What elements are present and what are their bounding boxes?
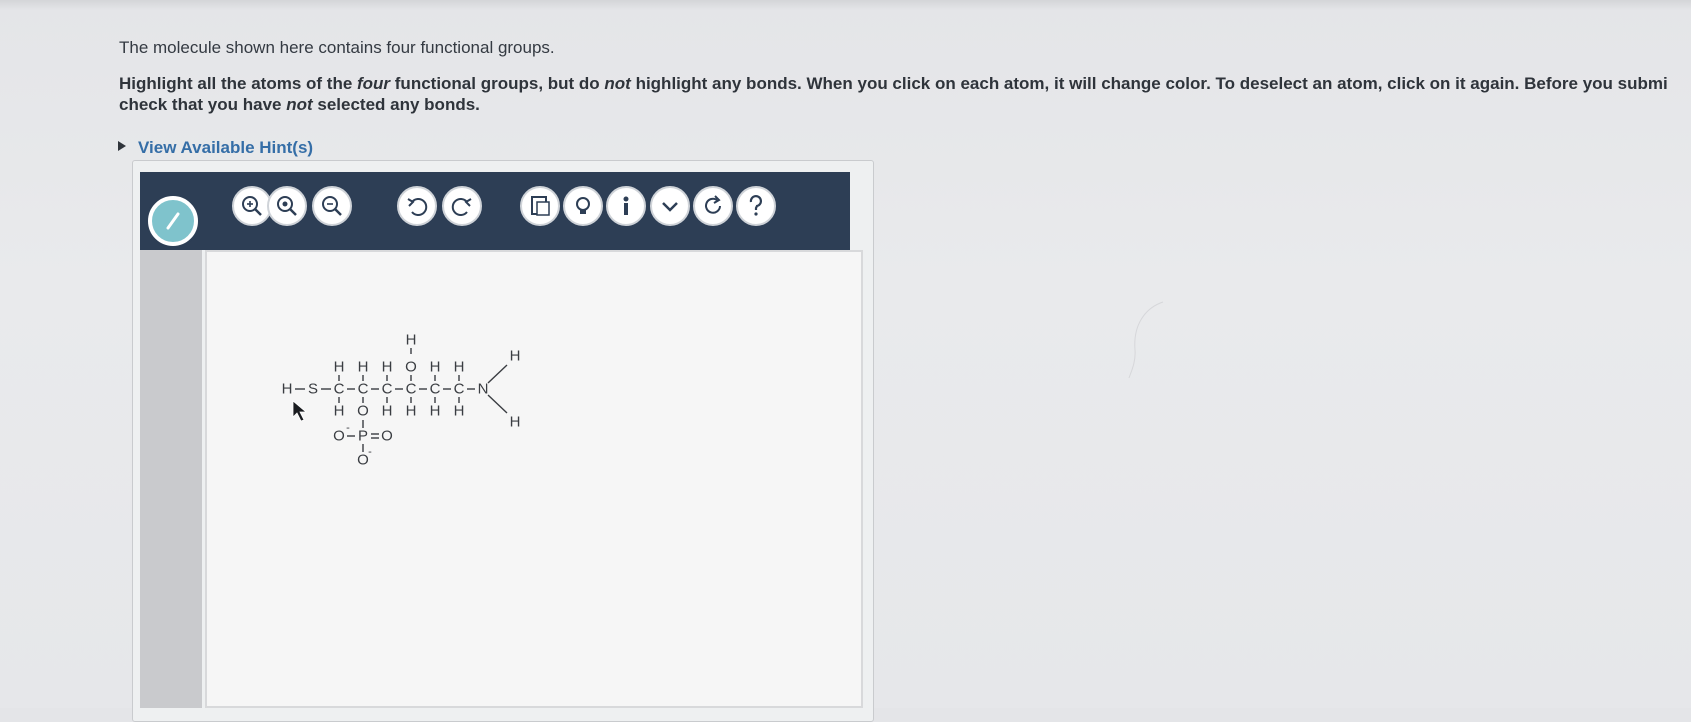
atom-h[interactable]: H [358,359,369,376]
bond [487,364,508,384]
atom-h[interactable]: H [406,332,417,349]
help-button[interactable] [736,186,776,226]
atom-h[interactable]: H [430,403,441,420]
zoom-out-button[interactable] [312,186,352,226]
zoom-in-icon [242,196,262,216]
templates-icon [531,196,550,216]
atom-n[interactable]: N [478,381,489,398]
atom-c[interactable]: C [406,381,417,398]
zoom-out-icon [322,196,342,216]
help-icon [749,195,762,216]
atom-o[interactable]: O [333,428,345,445]
charge-label: - [368,446,372,458]
templates-button[interactable] [520,186,560,226]
emphasis-not: not [604,74,631,93]
instructions-text: functional groups, but do [390,74,605,93]
zoom-reset-button[interactable] [267,186,307,226]
molecule-structure: H S C C C C C C N H H H O H H H H O H H … [282,332,521,469]
chevron-down-icon [662,202,678,212]
atom-h[interactable]: H [334,403,345,420]
emphasis-four: four [357,74,391,93]
sketcher-side-panel [140,250,202,708]
instructions-text: Highlight all the atoms of the [119,74,357,93]
atom-c[interactable]: C [382,381,393,398]
hint-lightbulb-button[interactable] [563,186,603,226]
hint-label: View Available Hint(s) [138,138,314,157]
atom-s[interactable]: S [308,381,318,398]
lightbulb-icon [576,197,590,214]
atom-o[interactable]: O [405,359,417,376]
atom-o[interactable]: O [357,452,369,469]
question-instructions: Highlight all the atoms of the four func… [119,73,1691,115]
background-mark [1128,301,1164,379]
atom-h[interactable]: H [430,359,441,376]
atom-h[interactable]: H [382,359,393,376]
question-intro: The molecule shown here contains four fu… [119,38,555,57]
atom-o[interactable]: O [357,403,369,420]
atom-o[interactable]: O [381,428,393,445]
draw-pencil-icon [166,212,180,230]
view-hints-link[interactable]: View Available Hint(s) [118,138,313,158]
atom-h[interactable]: H [454,359,465,376]
mouse-cursor-icon [292,400,308,422]
more-options-button[interactable] [650,186,690,226]
redo-icon [451,198,472,216]
expand-triangle-icon [118,141,126,151]
info-icon [623,196,629,215]
atom-c[interactable]: C [334,381,345,398]
atom-h[interactable]: H [382,403,393,420]
instructions-text: selected any bonds. [312,95,480,114]
reset-button[interactable] [693,186,733,226]
draw-tool-button[interactable] [148,196,198,246]
top-shadow [0,0,1691,10]
sketcher-toolbar [140,172,850,250]
info-button[interactable] [606,186,646,226]
zoom-in-button[interactable] [232,186,272,226]
atom-h[interactable]: H [334,359,345,376]
undo-icon [407,198,428,216]
atom-h[interactable]: H [510,414,521,431]
atom-h[interactable]: H [454,403,465,420]
atom-c[interactable]: C [454,381,465,398]
instructions-text: check that you have [119,95,287,114]
emphasis-not: not [286,95,313,114]
undo-button[interactable] [397,186,437,226]
charge-label: - [346,422,350,434]
atom-h[interactable]: H [510,348,521,365]
atom-c[interactable]: C [358,381,369,398]
atom-h[interactable]: H [282,381,293,398]
refresh-icon [705,195,721,214]
instructions-line3: check that you have not selected any bon… [119,94,1691,115]
instructions-text: highlight any bonds. When you click on e… [630,74,1668,93]
zoom-reset-icon [277,196,297,216]
bond [487,394,508,414]
atom-c[interactable]: C [430,381,441,398]
redo-button[interactable] [442,186,482,226]
atom-h[interactable]: H [406,403,417,420]
atom-p[interactable]: P [358,428,368,445]
